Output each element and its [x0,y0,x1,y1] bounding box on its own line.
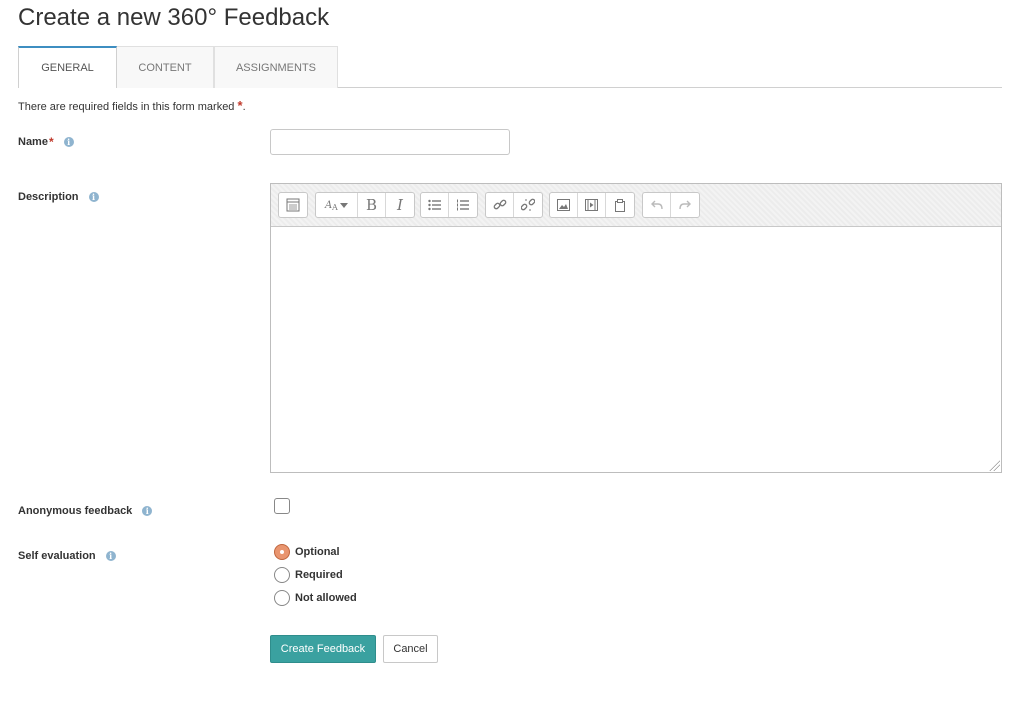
name-required-star: * [48,135,54,149]
radio-optional[interactable] [274,544,290,560]
tab-content[interactable]: CONTENT [116,46,214,88]
ordered-list-icon[interactable] [449,193,477,217]
required-fields-note: There are required fields in this form m… [18,98,246,113]
radio-not-allowed-label: Not allowed [295,592,357,604]
unordered-list-icon[interactable] [421,193,449,217]
self-evaluation-help-icon[interactable]: i [105,551,116,561]
name-help-icon[interactable]: i [63,137,74,147]
tab-assignments[interactable]: ASSIGNMENTS [214,46,338,88]
radio-optional-label: Optional [295,546,340,558]
radio-not-allowed[interactable] [274,590,290,606]
editor-toolbar: AA B I [271,184,1001,227]
tab-general[interactable]: GENERAL [18,46,117,89]
anonymous-label-row: Anonymous feedback i [18,505,153,517]
svg-text:A: A [324,200,332,211]
self-evaluation-label: Self evaluation [18,550,96,562]
toolbar-group-text: AA B I [315,192,415,218]
toolbar-toggle-icon[interactable] [279,193,307,217]
redo-icon[interactable] [671,193,699,217]
description-editor: AA B I [270,183,1002,473]
required-note-text: There are required fields in this form m… [18,101,235,113]
create-feedback-button[interactable]: Create Feedback [270,635,376,663]
tab-bar: GENERAL CONTENT ASSIGNMENTS [18,46,1002,89]
toolbar-group-toggle [278,192,308,218]
self-eval-option-required[interactable]: Required [274,567,343,583]
anonymous-checkbox[interactable] [274,498,290,514]
resize-handle-icon[interactable] [988,459,1000,471]
name-label: Name [18,136,48,148]
link-icon[interactable] [486,193,514,217]
page-title: Create a new 360° Feedback [18,4,330,31]
toolbar-group-history [642,192,700,218]
image-icon[interactable] [550,193,578,217]
description-help-icon[interactable]: i [88,192,99,202]
svg-text:A: A [331,203,338,212]
bold-icon[interactable]: B [358,193,386,217]
undo-icon[interactable] [643,193,671,217]
name-input[interactable] [270,129,510,155]
name-label-row: Name * i [18,135,74,149]
italic-icon[interactable]: I [386,193,414,217]
media-icon[interactable] [578,193,606,217]
self-eval-option-optional[interactable]: Optional [274,544,340,560]
anonymous-label: Anonymous feedback [18,505,133,517]
description-label-row: Description i [18,191,99,203]
toolbar-group-media [549,192,635,218]
radio-required[interactable] [274,567,290,583]
toolbar-group-links [485,192,543,218]
description-textarea[interactable] [271,227,1001,472]
radio-required-label: Required [295,569,343,581]
anonymous-help-icon[interactable]: i [142,506,153,516]
unlink-icon[interactable] [514,193,542,217]
font-style-icon[interactable]: AA [316,193,358,217]
toolbar-group-lists [420,192,478,218]
files-icon[interactable] [606,193,634,217]
self-evaluation-label-row: Self evaluation i [18,550,116,562]
required-note-end: . [242,101,246,113]
self-eval-option-not-allowed[interactable]: Not allowed [274,590,357,606]
description-label: Description [18,191,79,203]
cancel-button[interactable]: Cancel [383,635,438,663]
